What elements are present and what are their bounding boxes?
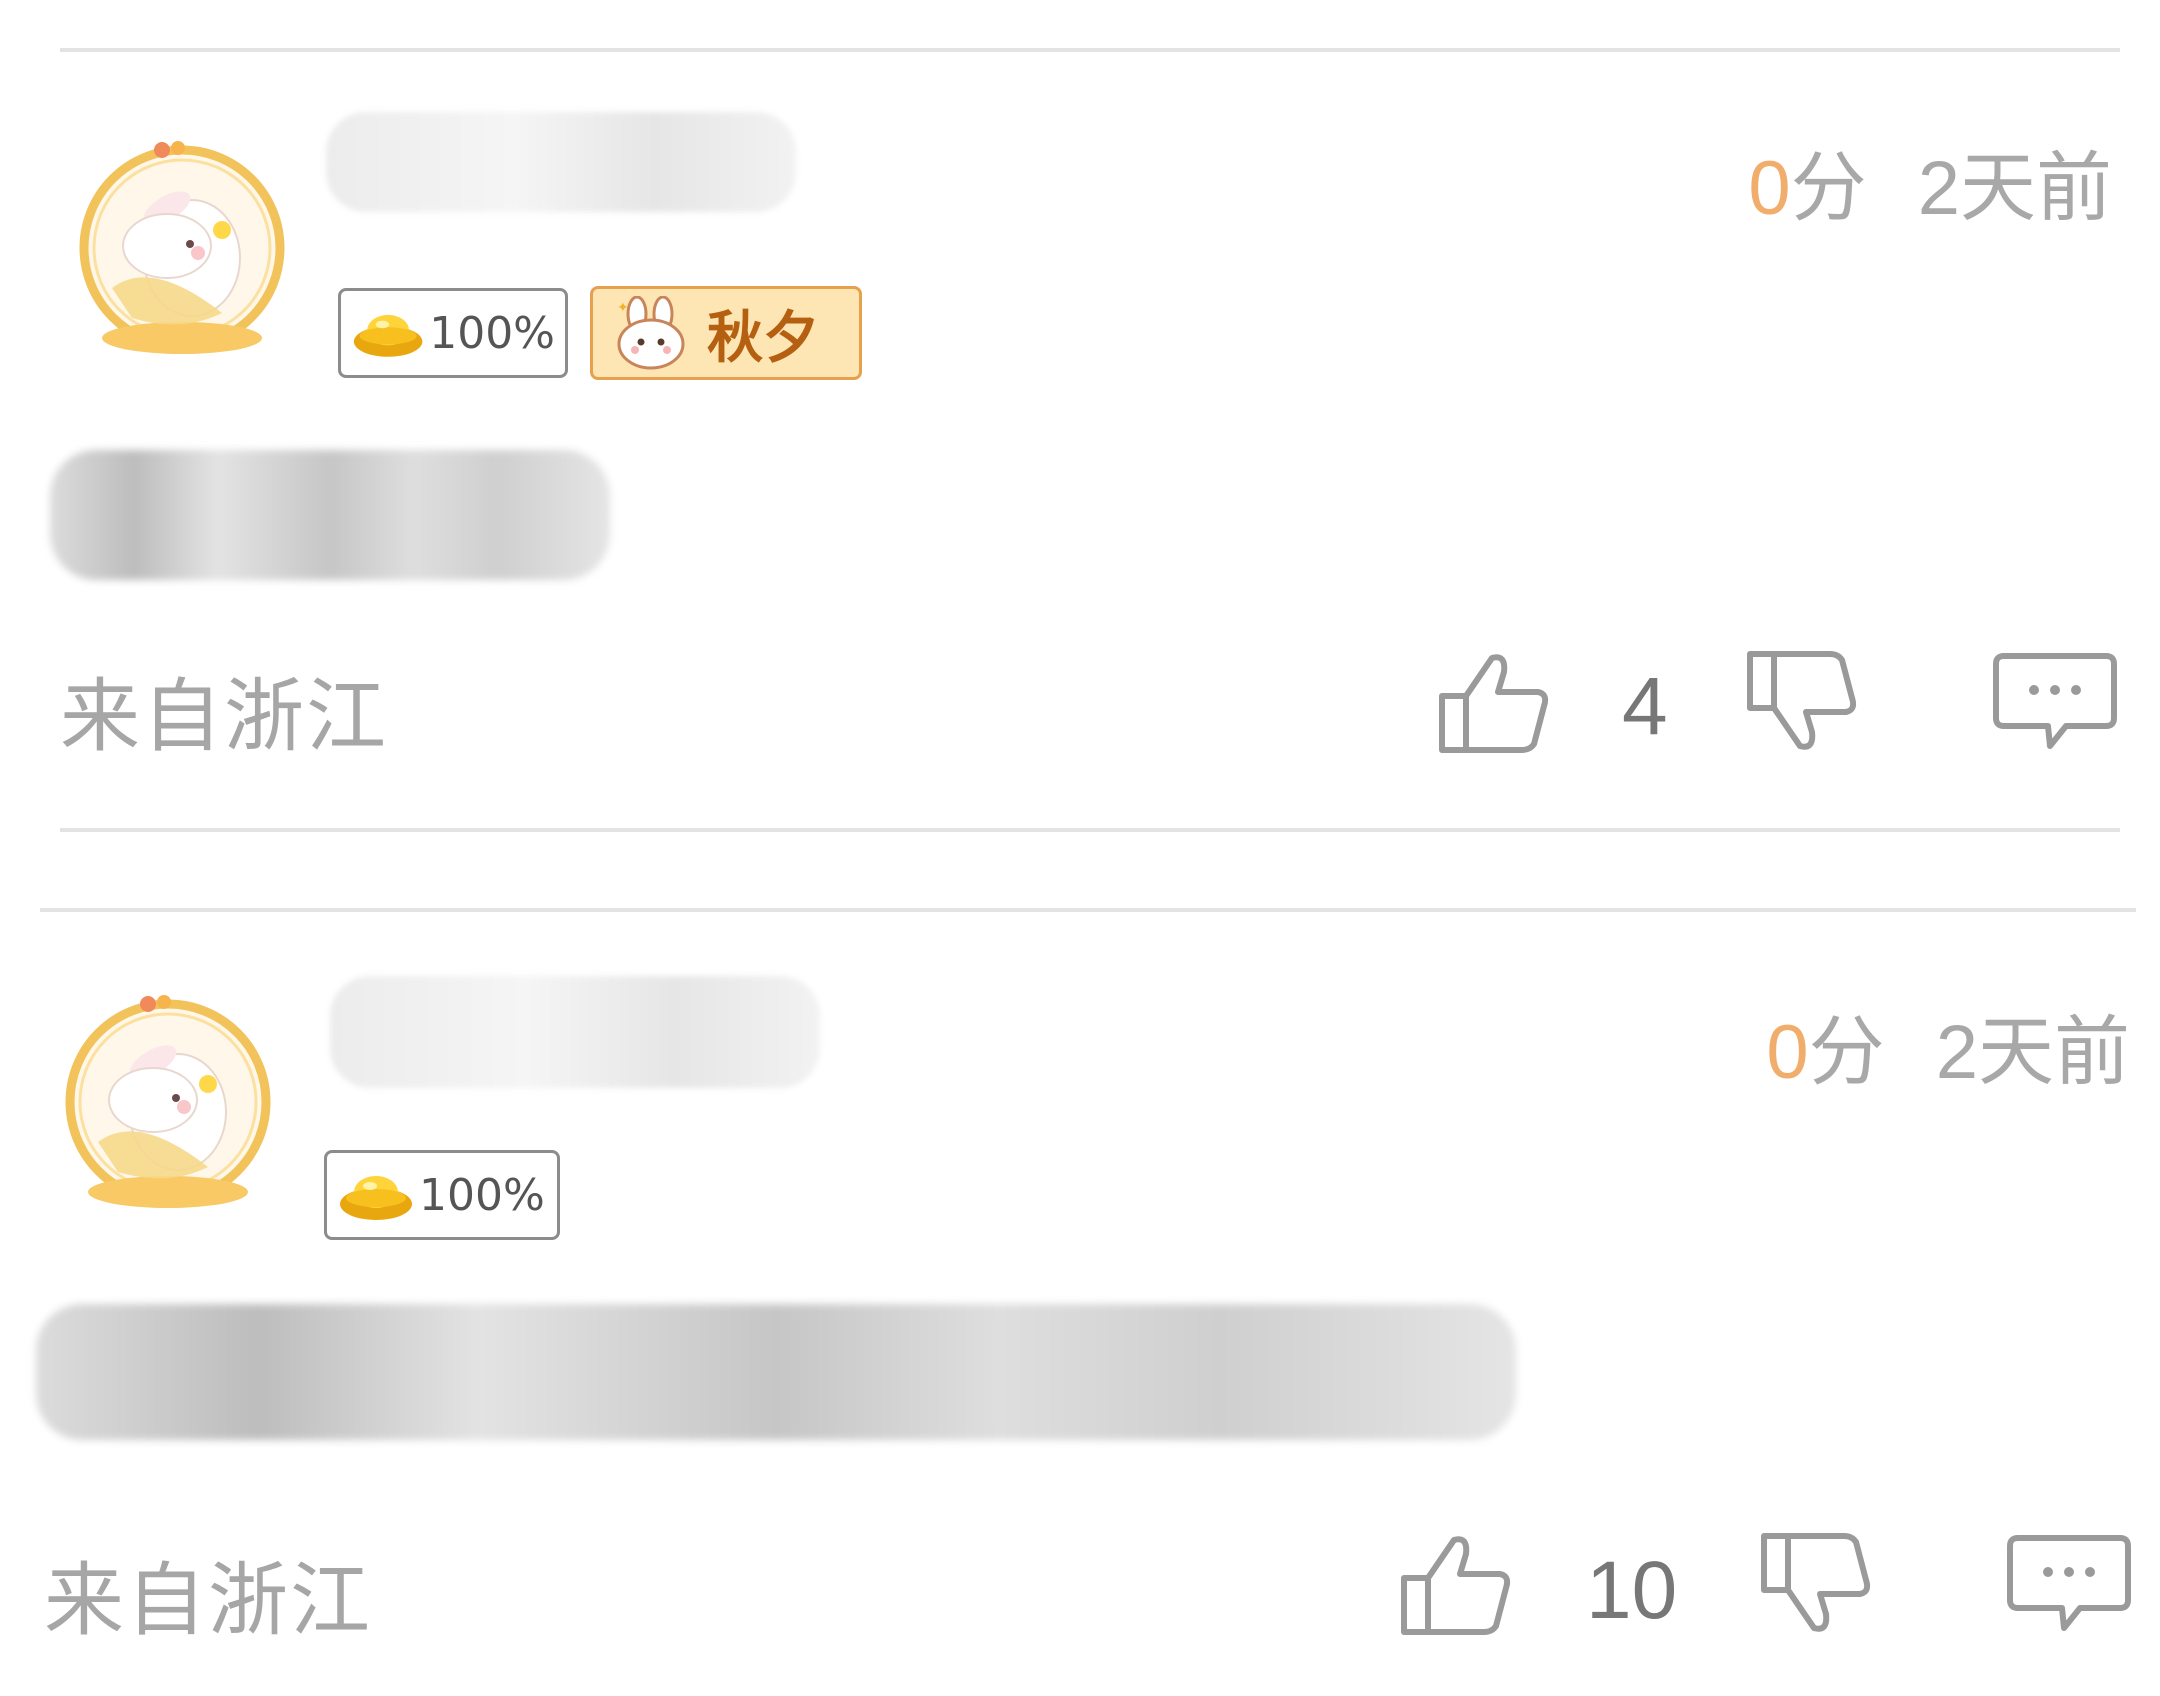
thumbs-down-icon[interactable] xyxy=(1756,1532,1876,1638)
timestamp: 2天前 xyxy=(1935,1010,2130,1095)
thumbs-up-icon[interactable] xyxy=(1434,650,1554,756)
divider xyxy=(60,48,2120,52)
like-count: 4 xyxy=(1622,661,1668,752)
location: 来自浙江 xyxy=(60,670,388,763)
divider xyxy=(40,908,2136,912)
score-value: 0 xyxy=(1766,1010,1809,1095)
comment-text xyxy=(50,450,610,580)
location: 来自浙江 xyxy=(44,1554,372,1647)
score-time: 0分 2天前 xyxy=(1748,126,2112,236)
thumbs-down-icon[interactable] xyxy=(1742,650,1862,756)
divider xyxy=(60,828,2120,832)
score-time: 0分 2天前 xyxy=(1766,990,2130,1100)
score-unit: 分 xyxy=(1808,1010,1885,1095)
season-badge[interactable]: ✦ 秋夕 xyxy=(590,286,862,380)
gold-ingot-icon xyxy=(340,1176,412,1220)
rabbit-icon: ✦ xyxy=(617,296,685,370)
timestamp: 2天前 xyxy=(1917,146,2112,231)
like-count: 10 xyxy=(1586,1545,1678,1636)
coin-badge-text: 100% xyxy=(429,307,555,359)
comment-bubble-icon[interactable] xyxy=(2004,1532,2134,1638)
thumbs-up-icon[interactable] xyxy=(1396,1532,1516,1638)
username[interactable] xyxy=(326,112,796,212)
avatar[interactable] xyxy=(58,992,278,1212)
coin-badge: 100% xyxy=(324,1150,560,1240)
coin-badge-text: 100% xyxy=(419,1169,545,1221)
season-badge-text: 秋夕 xyxy=(707,305,819,371)
comment-text xyxy=(36,1304,1516,1440)
score-unit: 分 xyxy=(1790,146,1867,231)
username[interactable] xyxy=(330,976,820,1088)
svg-text:✦: ✦ xyxy=(617,300,629,316)
comment-bubble-icon[interactable] xyxy=(1990,650,2120,756)
gold-ingot-icon xyxy=(353,314,423,357)
avatar[interactable] xyxy=(72,138,292,358)
coin-badge: 100% xyxy=(338,288,568,378)
score-value: 0 xyxy=(1748,146,1791,231)
